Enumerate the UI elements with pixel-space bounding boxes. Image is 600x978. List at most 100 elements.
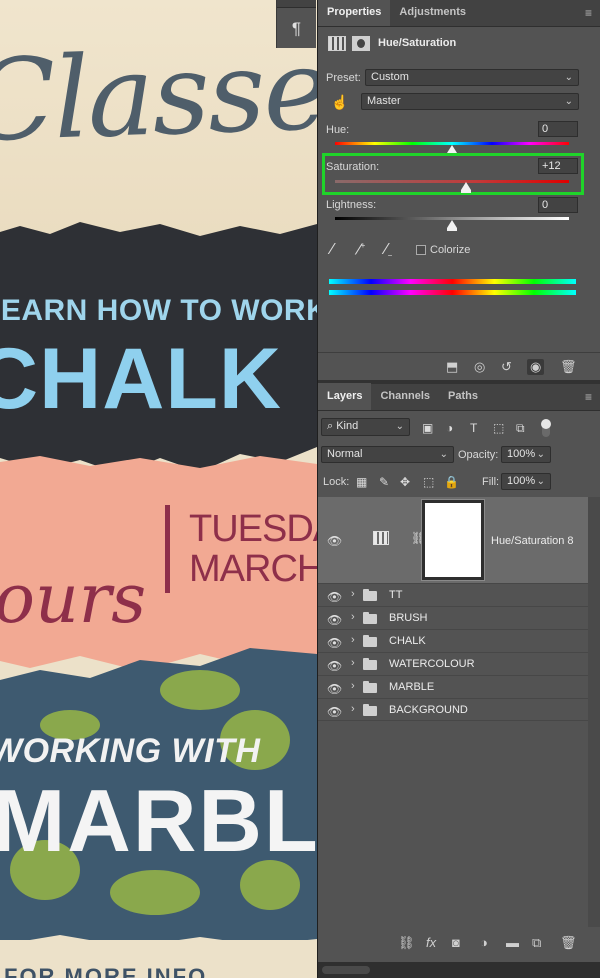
opacity-label: Opacity: — [458, 449, 499, 461]
eyedropper-plus-icon[interactable]: ⁄+ — [358, 241, 365, 259]
color-spectrum-bottom — [329, 290, 576, 295]
dock-grip[interactable] — [277, 0, 316, 8]
lock-transparent-pixels-icon[interactable]: ▦ — [356, 475, 367, 489]
hue-value-field[interactable]: 0 — [538, 121, 578, 137]
canvas-date-month: MARCH 6 — [189, 548, 317, 590]
adjustment-icon[interactable] — [328, 35, 346, 51]
opacity-field[interactable]: 100% ⌄ — [501, 446, 551, 463]
canvas-script-title: Classes — [0, 22, 317, 168]
eye-icon[interactable]: 👁 — [327, 705, 342, 719]
prevent-autonest-icon[interactable]: ⬚ — [423, 475, 434, 489]
panel-menu-icon[interactable]: ≡ — [585, 391, 595, 403]
filter-kind-value: Kind — [336, 420, 359, 432]
eyedropper-minus-icon[interactable]: ⁄− — [385, 241, 392, 260]
folder-icon — [363, 589, 377, 601]
eye-icon[interactable]: 👁 — [327, 659, 342, 673]
layer-group-row[interactable]: 👁 › BRUSH — [318, 606, 588, 629]
canvas-marble-subtitle: WORKING WITH — [0, 732, 261, 770]
group-name: BRUSH — [389, 612, 428, 624]
properties-title: Hue/Saturation — [378, 37, 457, 49]
layer-row-hue-saturation[interactable]: 👁 ⛓ Hue/Saturation 8 — [318, 497, 588, 583]
filter-kind-dropdown[interactable]: ⌕ Kind ⌄ — [321, 418, 410, 436]
adjustment-layer-icon — [373, 531, 389, 545]
horizontal-scrollbar[interactable] — [318, 962, 600, 978]
preset-dropdown[interactable]: Custom ⌄ — [365, 69, 579, 86]
layer-group-row[interactable]: 👁 › BACKGROUND — [318, 698, 588, 721]
lock-position-icon[interactable]: ✥ — [400, 475, 410, 489]
eye-icon[interactable]: 👁 — [327, 613, 342, 627]
lock-all-icon[interactable]: 🔒 — [444, 475, 459, 489]
chevron-right-icon[interactable]: › — [351, 611, 355, 623]
trash-icon[interactable]: 🗑 — [560, 359, 577, 375]
layer-group-row[interactable]: 👁 › CHALK — [318, 629, 588, 652]
fill-field[interactable]: 100% ⌄ — [501, 473, 551, 490]
link-layers-icon[interactable]: ⛓ — [398, 935, 415, 951]
clip-to-layer-icon[interactable]: ⬒ — [446, 359, 458, 375]
hue-slider-thumb[interactable] — [447, 145, 457, 156]
layers-footer: ⛓ fx ◙ ◑ ▬ ⧉ 🗑 — [318, 930, 600, 956]
chevron-right-icon[interactable]: › — [351, 588, 355, 600]
new-adjustment-layer-icon[interactable]: ◑ — [480, 935, 488, 950]
blend-mode-dropdown[interactable]: Normal ⌄ — [321, 446, 454, 463]
eye-icon[interactable]: 👁 — [327, 590, 342, 604]
shape-filter-icon[interactable]: ⬚ — [493, 421, 504, 435]
eye-icon[interactable]: 👁 — [327, 534, 342, 548]
tab-channels[interactable]: Channels — [371, 383, 439, 410]
saturation-value-field[interactable]: +12 — [538, 158, 578, 174]
colorize-checkbox[interactable] — [416, 245, 426, 255]
panel-dock: Properties Adjustments ≡ Hue/Saturation … — [317, 0, 600, 978]
targeted-adjustment-hand-icon[interactable]: ☝ — [331, 94, 348, 111]
view-previous-state-icon[interactable]: ◎ — [474, 359, 485, 375]
lock-image-pixels-icon[interactable]: ✎ — [379, 475, 389, 489]
chevron-right-icon[interactable]: › — [351, 657, 355, 669]
layer-group-row[interactable]: 👁 › WATERCOLOUR — [318, 652, 588, 675]
group-name: CHALK — [389, 635, 426, 647]
tab-properties[interactable]: Properties — [318, 0, 391, 26]
filter-toggle[interactable] — [541, 419, 551, 437]
toggle-visibility-icon[interactable]: ◉ — [527, 359, 545, 375]
document-canvas[interactable]: Classes LEARN HOW TO WORK WITH CHALK TUE… — [0, 0, 317, 978]
add-mask-icon[interactable]: ◙ — [452, 935, 460, 950]
blend-mode-value: Normal — [327, 448, 363, 460]
image-filter-icon[interactable]: ▣ — [422, 421, 433, 435]
smart-object-filter-icon[interactable]: ⧉ — [516, 421, 525, 436]
new-group-icon[interactable]: ▬ — [506, 935, 519, 950]
lightness-value-field[interactable]: 0 — [538, 197, 578, 213]
fx-icon[interactable]: fx — [426, 935, 436, 950]
channel-dropdown[interactable]: Master ⌄ — [361, 93, 579, 110]
lightness-slider-thumb[interactable] — [447, 220, 457, 231]
layer-group-row[interactable]: 👁 › TT — [318, 583, 588, 606]
chevron-down-icon: ⌄ — [439, 449, 448, 460]
tab-layers[interactable]: Layers — [318, 383, 372, 410]
chevron-right-icon[interactable]: › — [351, 680, 355, 692]
reset-icon[interactable]: ↺ — [501, 359, 512, 375]
adjustment-filter-icon[interactable]: ◑ — [446, 421, 453, 435]
group-name: WATERCOLOUR — [389, 658, 475, 670]
tab-adjustments[interactable]: Adjustments — [390, 0, 475, 26]
layer-group-row[interactable]: 👁 › MARBLE — [318, 675, 588, 698]
channel-value: Master — [367, 95, 401, 107]
mask-icon[interactable] — [352, 35, 370, 51]
search-icon: ⌕ — [327, 420, 337, 432]
scrollbar-knob[interactable] — [322, 966, 370, 974]
marble-blob — [110, 870, 200, 915]
saturation-slider-thumb[interactable] — [461, 182, 472, 193]
paragraph-panel-icon[interactable]: ¶ — [277, 19, 316, 39]
lock-label: Lock: — [323, 476, 350, 488]
tab-paths[interactable]: Paths — [439, 383, 487, 410]
eyedropper-icon[interactable]: ⁄ — [331, 241, 334, 259]
layers-scrollbar[interactable] — [588, 497, 600, 927]
properties-footer: ⬒ ◎ ↺ ◉ 🗑 — [318, 352, 600, 380]
type-filter-icon[interactable]: T — [470, 421, 477, 435]
canvas-watercolour-script: ours — [0, 560, 147, 639]
trash-icon[interactable]: 🗑 — [560, 935, 577, 951]
layer-mask-thumbnail[interactable] — [421, 499, 485, 581]
properties-header: Hue/Saturation — [318, 27, 600, 59]
new-layer-icon[interactable]: ⧉ — [532, 935, 541, 951]
chevron-right-icon[interactable]: › — [351, 703, 355, 715]
panel-menu-icon[interactable]: ≡ — [585, 7, 595, 19]
eye-icon[interactable]: 👁 — [327, 682, 342, 696]
saturation-slider-track[interactable] — [335, 180, 569, 183]
chevron-right-icon[interactable]: › — [351, 634, 355, 646]
eye-icon[interactable]: 👁 — [327, 636, 342, 650]
